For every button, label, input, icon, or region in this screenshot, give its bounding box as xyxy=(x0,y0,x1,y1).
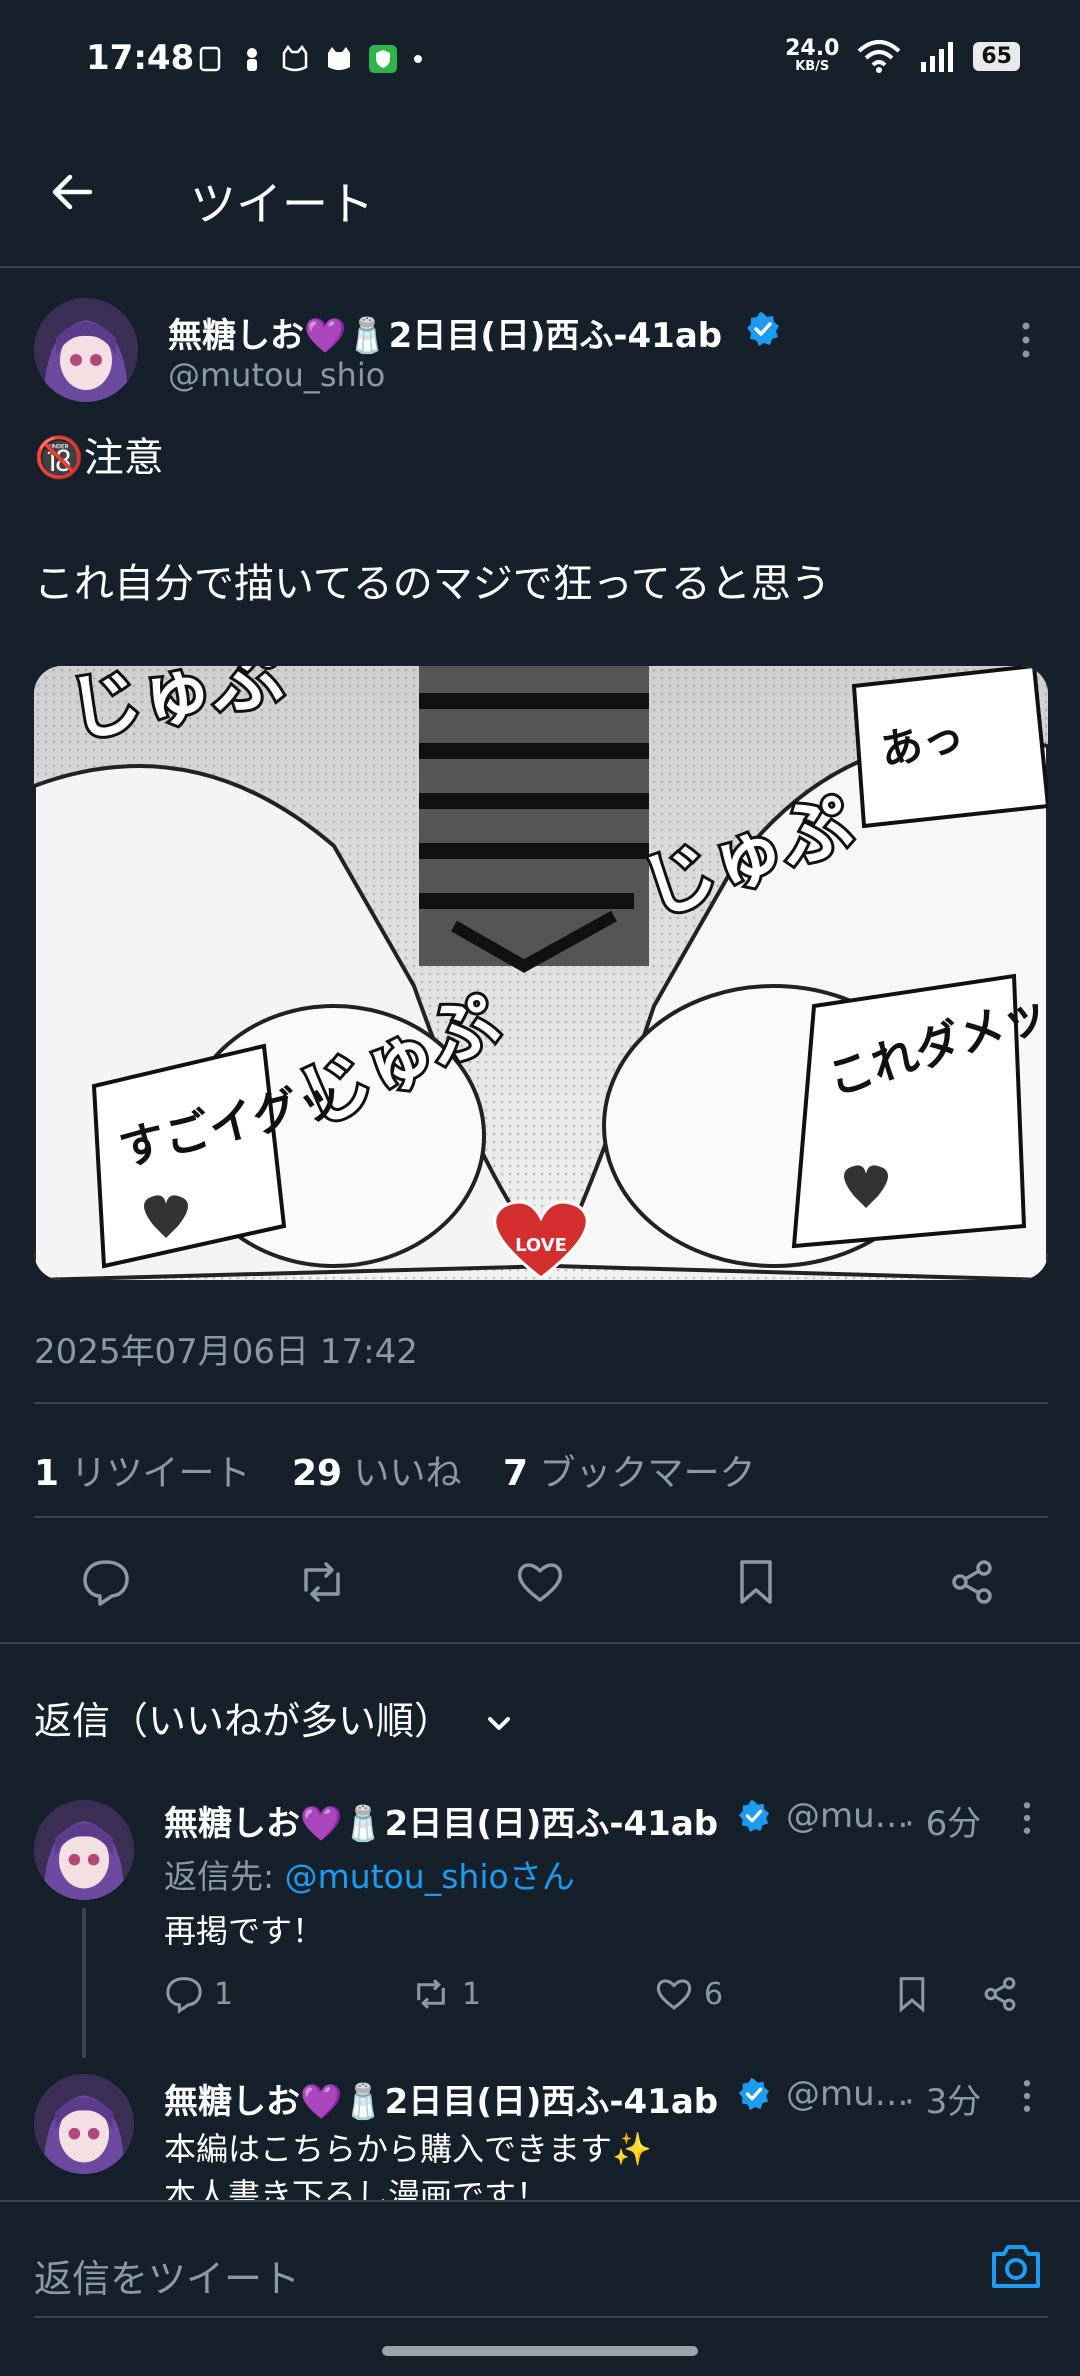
reply-1-like-count: 6 xyxy=(704,1976,724,2012)
author-name[interactable]: 無糖しお💜🧂2日目(日)西ふ-41ab xyxy=(168,308,722,357)
bookmarks-stat[interactable]: 7 ブックマーク xyxy=(503,1453,756,1494)
reply-1-body: 再掲です！ xyxy=(164,1912,325,1950)
reply-to-handle[interactable]: @mutou_shio xyxy=(285,1857,509,1896)
reply-2-avatar[interactable] xyxy=(34,2074,134,2174)
reply-2-author-name[interactable]: 無糖しお💜🧂2日目(日)西ふ-41ab xyxy=(164,2074,718,2123)
verified-badge-icon xyxy=(747,312,779,346)
reply-1-bookmark-icon[interactable] xyxy=(892,1974,932,2014)
actions-divider xyxy=(0,1642,1080,1644)
reply-1-retweet-count: 1 xyxy=(462,1976,482,2012)
shield-icon xyxy=(369,45,397,73)
likes-count: 29 xyxy=(291,1453,343,1494)
composer-underline xyxy=(34,2316,1048,2318)
author-avatar[interactable] xyxy=(34,298,138,402)
status-bar: 17:48 24.0 KB/S 65 xyxy=(0,0,1080,120)
status-right: 24.0 KB/S 65 xyxy=(785,38,1020,74)
status-time: 17:48 xyxy=(86,38,195,78)
back-arrow-icon[interactable] xyxy=(48,168,96,216)
share-icon[interactable] xyxy=(946,1556,998,1608)
cat-icon xyxy=(328,47,350,70)
reply-1-retweet-action[interactable]: 1 xyxy=(410,1974,481,2014)
like-icon xyxy=(656,1979,692,2010)
media-love-heart: LOVE xyxy=(515,1235,567,1256)
signal-icon xyxy=(921,42,954,72)
page-title: ツイート xyxy=(190,177,374,231)
reply-2-time: · 3分 xyxy=(904,2082,982,2122)
tweet-media-image[interactable]: じゅぷ じゅぷ じゅぷ すごイグッ これダメッ あっ LOVE xyxy=(34,666,1048,1280)
reply-sort-label: 返信（いいねが多い順） xyxy=(34,1699,453,1743)
sim-icon xyxy=(199,46,221,72)
tweet-timestamp: 2025年07月06日 17:42 xyxy=(34,1332,418,1372)
reply-2-more-options-icon[interactable] xyxy=(1016,2076,1038,2116)
header-divider xyxy=(0,266,1080,268)
more-options-icon[interactable] xyxy=(1014,318,1038,362)
reply-1-author-name[interactable]: 無糖しお💜🧂2日目(日)西ふ-41ab xyxy=(164,1796,718,1845)
tweet-stats: 1 リツイート 29 いいね 7 ブックマーク xyxy=(34,1444,756,1496)
reply-1-like-action[interactable]: 6 xyxy=(654,1974,723,2014)
reply-1-handle[interactable]: @mu… xyxy=(786,1796,909,1836)
reply-to-suffix: さん xyxy=(508,1857,575,1896)
reply-sort-dropdown[interactable]: 返信（いいねが多い順） xyxy=(34,1690,514,1745)
bookmarks-label: ブックマーク xyxy=(539,1453,756,1494)
tweet-text-line-2: これ自分で描いてるのマジで狂ってると思う xyxy=(34,561,831,607)
bookmarks-count: 7 xyxy=(503,1453,529,1494)
likes-label: いいね xyxy=(353,1453,462,1494)
retweet-icon[interactable] xyxy=(296,1556,348,1608)
status-notification-icons xyxy=(196,44,424,74)
cat-outline-icon xyxy=(282,45,308,72)
reply-1-more-options-icon[interactable] xyxy=(1016,1798,1038,1838)
author-handle[interactable]: @mutou_shio xyxy=(168,356,385,394)
wifi-icon xyxy=(858,40,901,73)
net-speed: 24.0 KB/S xyxy=(785,38,839,74)
retweets-count: 1 xyxy=(34,1453,60,1494)
retweet-icon xyxy=(417,1979,445,2009)
thread-line xyxy=(82,1908,86,2058)
likes-stat[interactable]: 29 いいね xyxy=(292,1453,462,1494)
like-icon[interactable] xyxy=(514,1556,566,1608)
reply-1-time: · 6分 xyxy=(904,1804,982,1844)
reply-1-reply-to: 返信先: @mutou_shioさん xyxy=(164,1850,575,1898)
person-icon xyxy=(247,48,257,71)
home-indicator[interactable] xyxy=(382,2346,698,2356)
reply-icon[interactable] xyxy=(80,1556,132,1608)
reply-1-avatar[interactable] xyxy=(34,1800,134,1900)
reply-1-share-icon[interactable] xyxy=(980,1974,1020,2014)
retweets-label: リツイート xyxy=(70,1453,251,1494)
reply-1-verified-badge-icon xyxy=(738,1800,770,1832)
net-speed-unit: KB/S xyxy=(795,59,830,74)
chevron-down-icon xyxy=(488,1716,511,1730)
reply-to-prefix: 返信先: xyxy=(164,1857,285,1896)
reply-1-reply-count: 1 xyxy=(214,1976,234,2012)
retweets-stat[interactable]: 1 リツイート xyxy=(34,1453,251,1494)
bookmark-icon[interactable] xyxy=(730,1556,782,1608)
reply-2-handle[interactable]: @mu… xyxy=(786,2074,909,2114)
dot-icon xyxy=(414,55,422,63)
timestamp-divider xyxy=(34,1402,1048,1404)
reply-composer-input[interactable]: 返信をツイート xyxy=(34,2248,300,2303)
net-speed-value: 24.0 xyxy=(785,36,840,61)
stats-divider xyxy=(34,1516,1048,1518)
reply-icon xyxy=(166,1977,202,2014)
reply-1-reply-action[interactable]: 1 xyxy=(164,1974,233,2014)
reply-2-verified-badge-icon xyxy=(738,2078,770,2110)
battery-indicator: 65 xyxy=(973,41,1020,71)
tweet-text-line-1: 🔞注意 xyxy=(34,435,164,481)
camera-icon[interactable] xyxy=(988,2240,1044,2292)
reply-2-body-line-1: 本編はこちらから購入できます✨ xyxy=(164,2130,652,2168)
